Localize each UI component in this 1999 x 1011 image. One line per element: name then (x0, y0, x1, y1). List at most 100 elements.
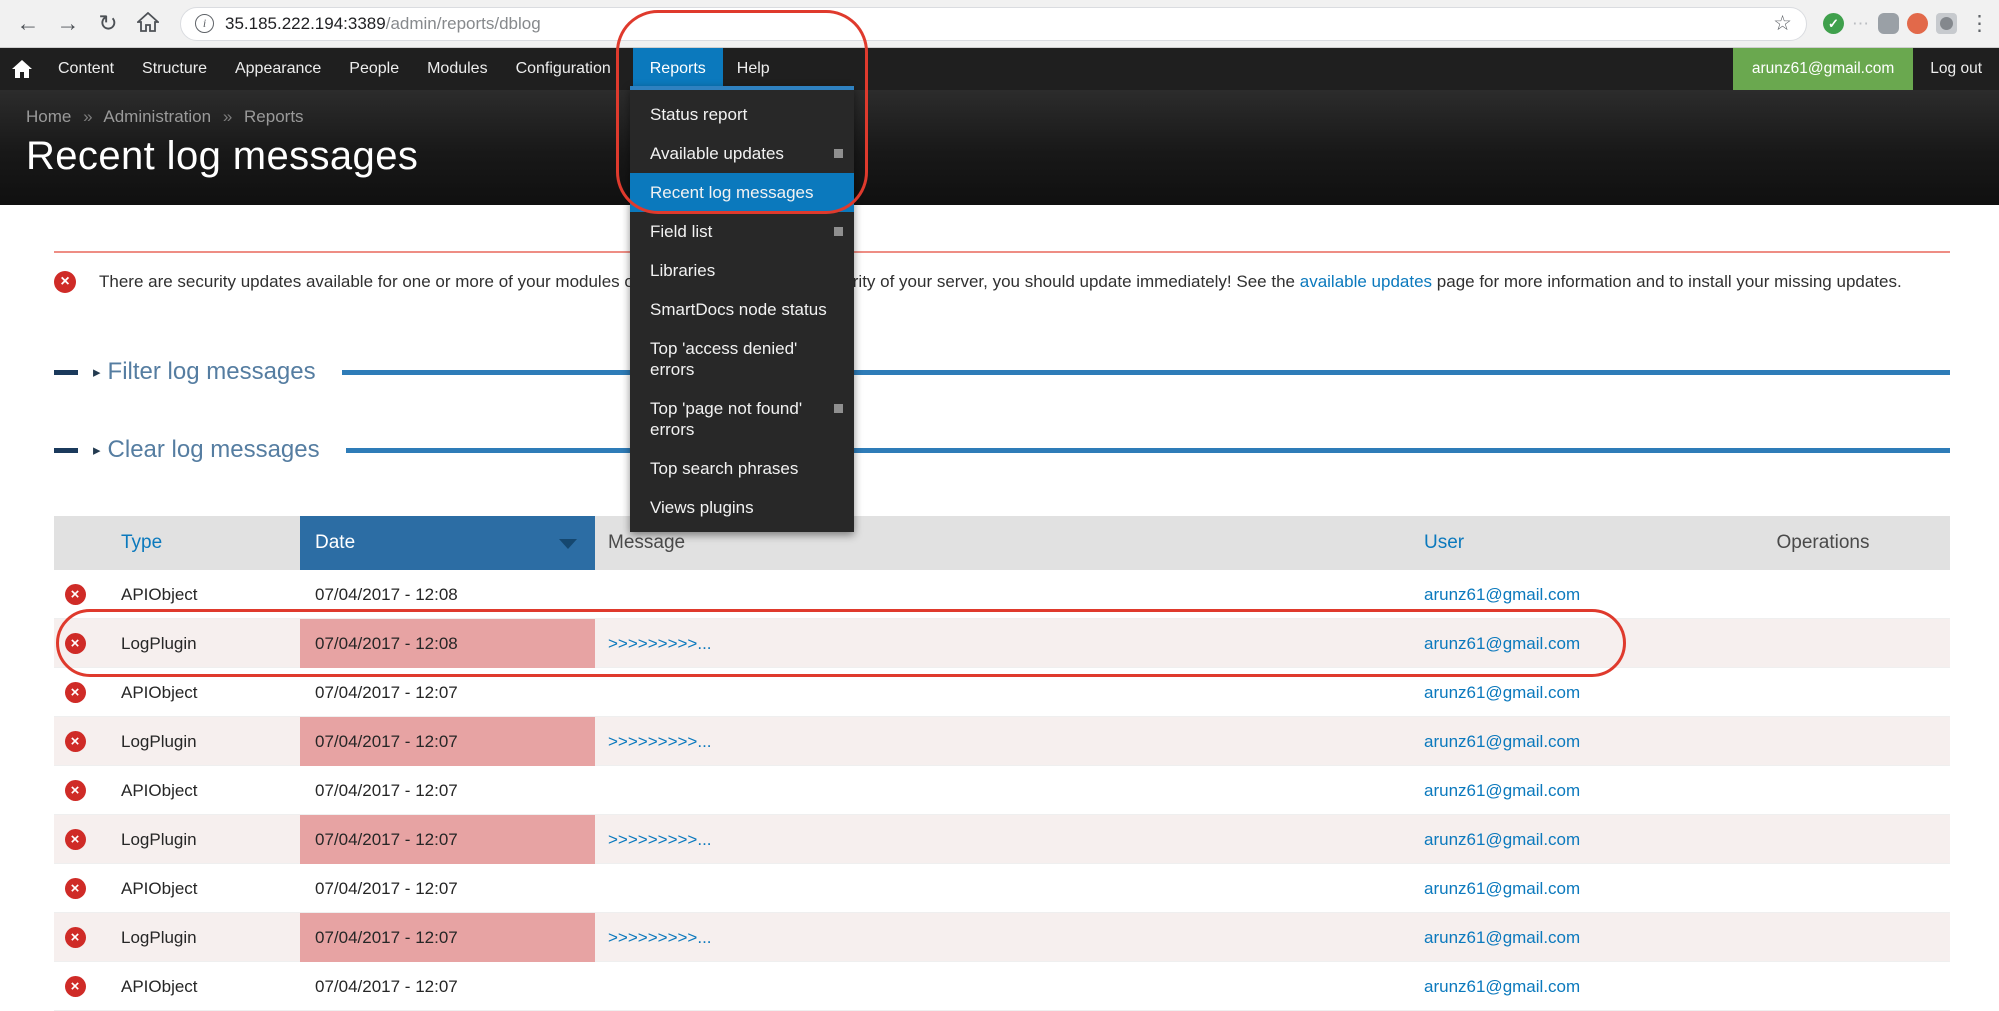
log-user-link[interactable]: arunz61@gmail.com (1424, 732, 1580, 751)
error-icon: × (65, 927, 86, 948)
extension-gray-icon[interactable] (1878, 13, 1899, 34)
menu-item-views-plugins[interactable]: Views plugins (630, 488, 854, 527)
extension-capture-icon[interactable] (1936, 13, 1957, 34)
log-message-link[interactable]: >>>>>>>>>... (608, 732, 712, 751)
log-date: 07/04/2017 - 12:08 (300, 570, 595, 619)
log-date: 07/04/2017 - 12:07 (300, 668, 595, 717)
url-bar[interactable]: i 35.185.222.194:3389 /admin/reports/dbl… (180, 7, 1807, 41)
toolbar-item-modules[interactable]: Modules (413, 48, 501, 90)
toolbar-item-appearance[interactable]: Appearance (221, 48, 335, 90)
menu-item-label: Available updates (650, 144, 784, 163)
url-path: /admin/reports/dblog (386, 14, 541, 34)
sort-by-user-link[interactable]: User (1424, 532, 1464, 553)
filter-fieldset-toggle[interactable]: Filter log messages (108, 358, 316, 386)
breadcrumb-reports[interactable]: Reports (244, 107, 304, 126)
menu-item-smartdocs-node-status[interactable]: SmartDocs node status (630, 290, 854, 329)
clear-log-messages-fieldset: ▸ Clear log messages (54, 433, 1950, 467)
log-user-link[interactable]: arunz61@gmail.com (1424, 781, 1580, 800)
account-button[interactable]: arunz61@gmail.com (1733, 48, 1913, 90)
log-type: LogPlugin (96, 830, 300, 850)
admin-home-icon[interactable] (0, 48, 44, 90)
menu-item-label: Status report (650, 105, 747, 124)
log-date: 07/04/2017 - 12:07 (300, 717, 595, 766)
sort-by-type-link[interactable]: Type (121, 532, 162, 553)
table-row-highlighted: × LogPlugin 07/04/2017 - 12:08 >>>>>>>>>… (54, 619, 1950, 668)
browser-menu-icon[interactable]: ⋮ (1969, 11, 1987, 36)
toolbar-item-configuration[interactable]: Configuration (502, 48, 625, 90)
log-message-link[interactable]: >>>>>>>>>... (608, 830, 712, 849)
menu-item-field-list[interactable]: Field list (630, 212, 854, 251)
back-icon[interactable]: ← (12, 12, 44, 35)
log-date: 07/04/2017 - 12:07 (300, 864, 595, 913)
log-user-link[interactable]: arunz61@gmail.com (1424, 585, 1580, 604)
submenu-indicator-icon (834, 404, 843, 413)
table-row: × APIObject 07/04/2017 - 12:07 arunz61@g… (54, 864, 1950, 913)
toolbar-item-help[interactable]: Help (723, 48, 784, 90)
log-type: APIObject (96, 585, 300, 605)
reload-icon[interactable]: ↻ (92, 12, 124, 35)
logout-button[interactable]: Log out (1913, 48, 1999, 90)
error-icon: × (65, 780, 86, 801)
fieldset-rule (346, 448, 1950, 453)
reports-dropdown-menu: Status report Available updates Recent l… (630, 86, 854, 532)
toolbar-item-reports[interactable]: Reports (633, 48, 723, 90)
check-icon: ✓ (1828, 16, 1839, 32)
sort-by-date-header[interactable]: Date (300, 516, 595, 570)
warning-text-part2: page for more information and to install… (1437, 272, 1902, 291)
log-user-link[interactable]: arunz61@gmail.com (1424, 928, 1580, 947)
log-message-link[interactable]: >>>>>>>>>... (608, 634, 712, 653)
clear-fieldset-toggle[interactable]: Clear log messages (108, 436, 320, 464)
forward-icon[interactable]: → (52, 12, 84, 35)
error-icon: × (65, 878, 86, 899)
breadcrumb-separator: » (223, 107, 232, 126)
menu-item-libraries[interactable]: Libraries (630, 251, 854, 290)
table-row: × APIObject 07/04/2017 - 12:07 arunz61@g… (54, 668, 1950, 717)
security-warning-text: There are security updates available for… (99, 268, 1902, 317)
menu-item-top-access-denied[interactable]: Top 'access denied' errors (630, 329, 854, 389)
toolbar-item-people[interactable]: People (335, 48, 413, 90)
table-header-row: Type Date Message User Operations (54, 516, 1950, 570)
breadcrumb-home[interactable]: Home (26, 107, 71, 126)
menu-item-available-updates[interactable]: Available updates (630, 134, 854, 173)
menu-item-recent-log-messages[interactable]: Recent log messages (630, 173, 854, 212)
extension-dots-icon: ⋯ (1852, 14, 1870, 34)
available-updates-link[interactable]: available updates (1300, 272, 1432, 291)
table-row-highlighted: × LogPlugin 07/04/2017 - 12:07 >>>>>>>>>… (54, 913, 1950, 962)
menu-item-top-page-not-found[interactable]: Top 'page not found' errors (630, 389, 854, 449)
filter-log-messages-fieldset: ▸ Filter log messages (54, 355, 1950, 389)
menu-item-status-report[interactable]: Status report (630, 95, 854, 134)
bookmark-star-icon[interactable]: ☆ (1773, 11, 1792, 36)
menu-item-top-search-phrases[interactable]: Top search phrases (630, 449, 854, 488)
extension-orange-icon[interactable] (1907, 13, 1928, 34)
breadcrumb-administration[interactable]: Administration (103, 107, 211, 126)
log-user-link[interactable]: arunz61@gmail.com (1424, 879, 1580, 898)
fieldset-rule (342, 370, 1950, 375)
home-icon[interactable] (132, 12, 164, 36)
log-date: 07/04/2017 - 12:07 (300, 962, 595, 1011)
log-message-link[interactable]: >>>>>>>>>... (608, 928, 712, 947)
message-column-header: Message (595, 532, 1414, 554)
submenu-indicator-icon (834, 149, 843, 158)
page-title: Recent log messages (26, 134, 1973, 179)
log-user-link[interactable]: arunz61@gmail.com (1424, 830, 1580, 849)
table-row: × APIObject 07/04/2017 - 12:07 arunz61@g… (54, 962, 1950, 1011)
extension-check-icon[interactable]: ✓ (1823, 13, 1844, 34)
toolbar-item-content[interactable]: Content (44, 48, 128, 90)
error-icon: × (54, 271, 76, 293)
log-date: 07/04/2017 - 12:07 (300, 766, 595, 815)
log-user-link[interactable]: arunz61@gmail.com (1424, 634, 1580, 653)
page-info-icon[interactable]: i (195, 14, 214, 33)
security-warning-message: × There are security updates available f… (54, 251, 1950, 317)
table-row: × APIObject 07/04/2017 - 12:07 arunz61@g… (54, 766, 1950, 815)
menu-item-label: Libraries (650, 261, 715, 280)
page-header: Home » Administration » Reports Recent l… (0, 90, 1999, 205)
log-user-link[interactable]: arunz61@gmail.com (1424, 683, 1580, 702)
log-user-link[interactable]: arunz61@gmail.com (1424, 977, 1580, 996)
log-type: APIObject (96, 683, 300, 703)
log-date: 07/04/2017 - 12:07 (300, 913, 595, 962)
menu-item-label: Top 'page not found' errors (650, 399, 802, 439)
menu-item-label: Field list (650, 222, 712, 241)
error-icon: × (65, 584, 86, 605)
admin-toolbar: Content Structure Appearance People Modu… (0, 48, 1999, 90)
toolbar-item-structure[interactable]: Structure (128, 48, 221, 90)
